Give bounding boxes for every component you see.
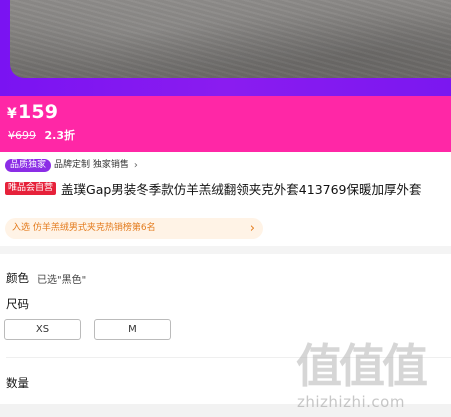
size-option-xs[interactable]: XS <box>4 319 81 340</box>
ranking-link[interactable]: 入选 仿羊羔绒男式夹克热销榜第6名 › <box>5 218 263 239</box>
brand-tag-row[interactable]: 品质独家 品牌定制 独家销售 › <box>5 158 138 172</box>
current-price: ¥159 <box>7 101 58 123</box>
watermark-logo: 值值值 <box>296 339 428 393</box>
product-info-card: 品质独家 品牌定制 独家销售 › 唯品会自营 盖璞Gap男装冬季款仿羊羔绒翻领夹… <box>0 152 451 246</box>
ranking-text: 入选 仿羊羔绒男式夹克热销榜第6名 <box>12 223 156 233</box>
store-badge: 唯品会自营 <box>5 182 57 195</box>
quality-badge: 品质独家 <box>5 158 52 172</box>
price-band: ¥159 ¥699 2.3折 <box>0 96 451 152</box>
product-photo[interactable] <box>10 0 451 78</box>
product-title: 盖璞Gap男装冬季款仿羊羔绒翻领夹克外套413769保暖加厚外套 <box>61 182 422 197</box>
product-image-area[interactable] <box>0 0 451 96</box>
original-price: ¥699 <box>8 129 36 142</box>
quantity-label: 数量 <box>6 376 29 390</box>
color-selected-value: 已选"黑色" <box>37 274 87 286</box>
size-label: 尺码 <box>6 297 29 311</box>
brand-custom-text: 品牌定制 独家销售 <box>54 159 129 170</box>
chevron-right-icon: › <box>133 159 138 171</box>
discount-text: 2.3折 <box>44 129 76 142</box>
price-amount: 159 <box>17 101 59 123</box>
currency-symbol: ¥ <box>7 106 17 122</box>
product-title-row: 唯品会自营 盖璞Gap男装冬季款仿羊羔绒翻领夹克外套413769保暖加厚外套 <box>5 179 445 198</box>
color-row[interactable]: 颜色 已选"黑色" <box>6 270 86 286</box>
watermark-url: zhizhizhi.com <box>297 393 405 411</box>
chevron-right-icon: › <box>249 221 255 236</box>
size-option-m[interactable]: M <box>94 319 171 340</box>
price-sub-row: ¥699 2.3折 <box>8 127 75 143</box>
color-label: 颜色 <box>6 271 29 285</box>
